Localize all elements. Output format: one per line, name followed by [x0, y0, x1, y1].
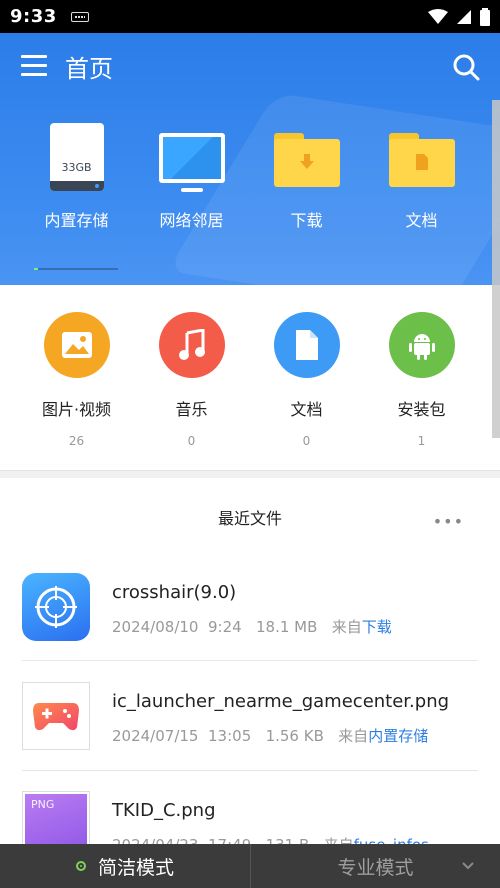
category-count: 0: [302, 434, 311, 448]
tile-label: 网络邻居: [159, 211, 224, 230]
recent-file-row[interactable]: ic_launcher_nearme_gamecenter.png 2024/0…: [0, 682, 500, 792]
page-title: 首页: [65, 54, 113, 83]
tile-internal-storage[interactable]: 33GB 内置存储: [19, 121, 134, 231]
keyboard-icon: [70, 11, 89, 22]
image-icon: [43, 312, 110, 378]
category-name: 文档: [290, 400, 323, 419]
storage-usage-bar: [34, 268, 118, 270]
header-panel: 首页 33GB 内置存储 网络邻居 下载 文档: [0, 33, 500, 285]
selected-indicator-icon: [75, 861, 86, 871]
storage-usage-fill: [34, 268, 39, 270]
gamecenter-icon: [22, 682, 90, 750]
tile-network[interactable]: 网络邻居: [134, 121, 249, 231]
tile-label: 文档: [405, 211, 438, 230]
png-thumb-label: PNG: [31, 798, 55, 811]
category-name: 音乐: [175, 400, 208, 419]
wifi-icon: [428, 8, 448, 24]
tile-documents[interactable]: 文档: [364, 121, 479, 231]
row-divider: [22, 770, 478, 771]
status-time: 9:33: [10, 6, 57, 27]
tile-label: 内置存储: [44, 211, 109, 230]
category-music[interactable]: 音乐 0: [134, 285, 249, 470]
music-note-icon: [158, 312, 225, 378]
recent-files-title: 最近文件: [217, 509, 282, 528]
scrollbar[interactable]: [492, 100, 500, 438]
pro-mode-button[interactable]: 专业模式: [250, 844, 500, 888]
document-folder-icon: [388, 133, 455, 187]
recent-file-row[interactable]: crosshair(9.0) 2024/08/10 9:24 18.1 MB 来…: [0, 573, 500, 683]
section-divider: [0, 470, 500, 478]
storage-capacity-badge: 33GB: [61, 161, 92, 174]
battery-icon: [480, 7, 490, 26]
chevron-down-icon: [462, 862, 474, 870]
category-count: 26: [68, 434, 85, 448]
category-images-videos[interactable]: 图片·视频 26: [19, 285, 134, 470]
category-name: 图片·视频: [41, 400, 112, 419]
file-name: TKID_C.png: [112, 800, 216, 821]
network-monitor-icon: [158, 133, 225, 192]
category-documents[interactable]: 文档 0: [249, 285, 364, 470]
file-name: crosshair(9.0): [112, 582, 237, 603]
simple-mode-button[interactable]: 简洁模式: [0, 844, 250, 888]
document-icon: [273, 312, 340, 378]
top-bar: 首页: [0, 33, 500, 99]
category-name: 安装包: [397, 400, 446, 419]
menu-icon[interactable]: [21, 55, 47, 77]
file-name: ic_launcher_nearme_gamecenter.png: [112, 691, 450, 712]
file-meta: 2024/07/15 13:05 1.56 KB 来自内置存储: [112, 727, 429, 745]
category-count: 0: [187, 434, 196, 448]
status-bar: 9:33: [0, 0, 500, 33]
crosshair-app-icon: [22, 573, 90, 641]
internal-storage-icon: 33GB: [49, 123, 104, 191]
row-divider: [22, 660, 478, 661]
more-options-icon[interactable]: •••: [433, 512, 464, 531]
android-icon: [388, 312, 455, 378]
location-tiles: 33GB 内置存储 网络邻居 下载 文档: [0, 121, 500, 231]
search-icon[interactable]: [452, 53, 480, 81]
tile-download[interactable]: 下载: [249, 121, 364, 231]
file-meta: 2024/08/10 9:24 18.1 MB 来自下载: [112, 618, 392, 636]
file-source-link[interactable]: 下载: [362, 618, 392, 636]
category-count: 1: [417, 434, 426, 448]
category-apk[interactable]: 安装包 1: [364, 285, 479, 470]
download-folder-icon: [273, 133, 340, 187]
category-grid: 图片·视频 26 音乐 0 文档 0 安装包 1: [0, 285, 500, 470]
file-source-link[interactable]: 内置存储: [368, 727, 428, 745]
signal-icon: [457, 9, 471, 24]
tile-label: 下载: [290, 211, 323, 230]
mode-bar: 简洁模式 专业模式: [0, 844, 500, 888]
